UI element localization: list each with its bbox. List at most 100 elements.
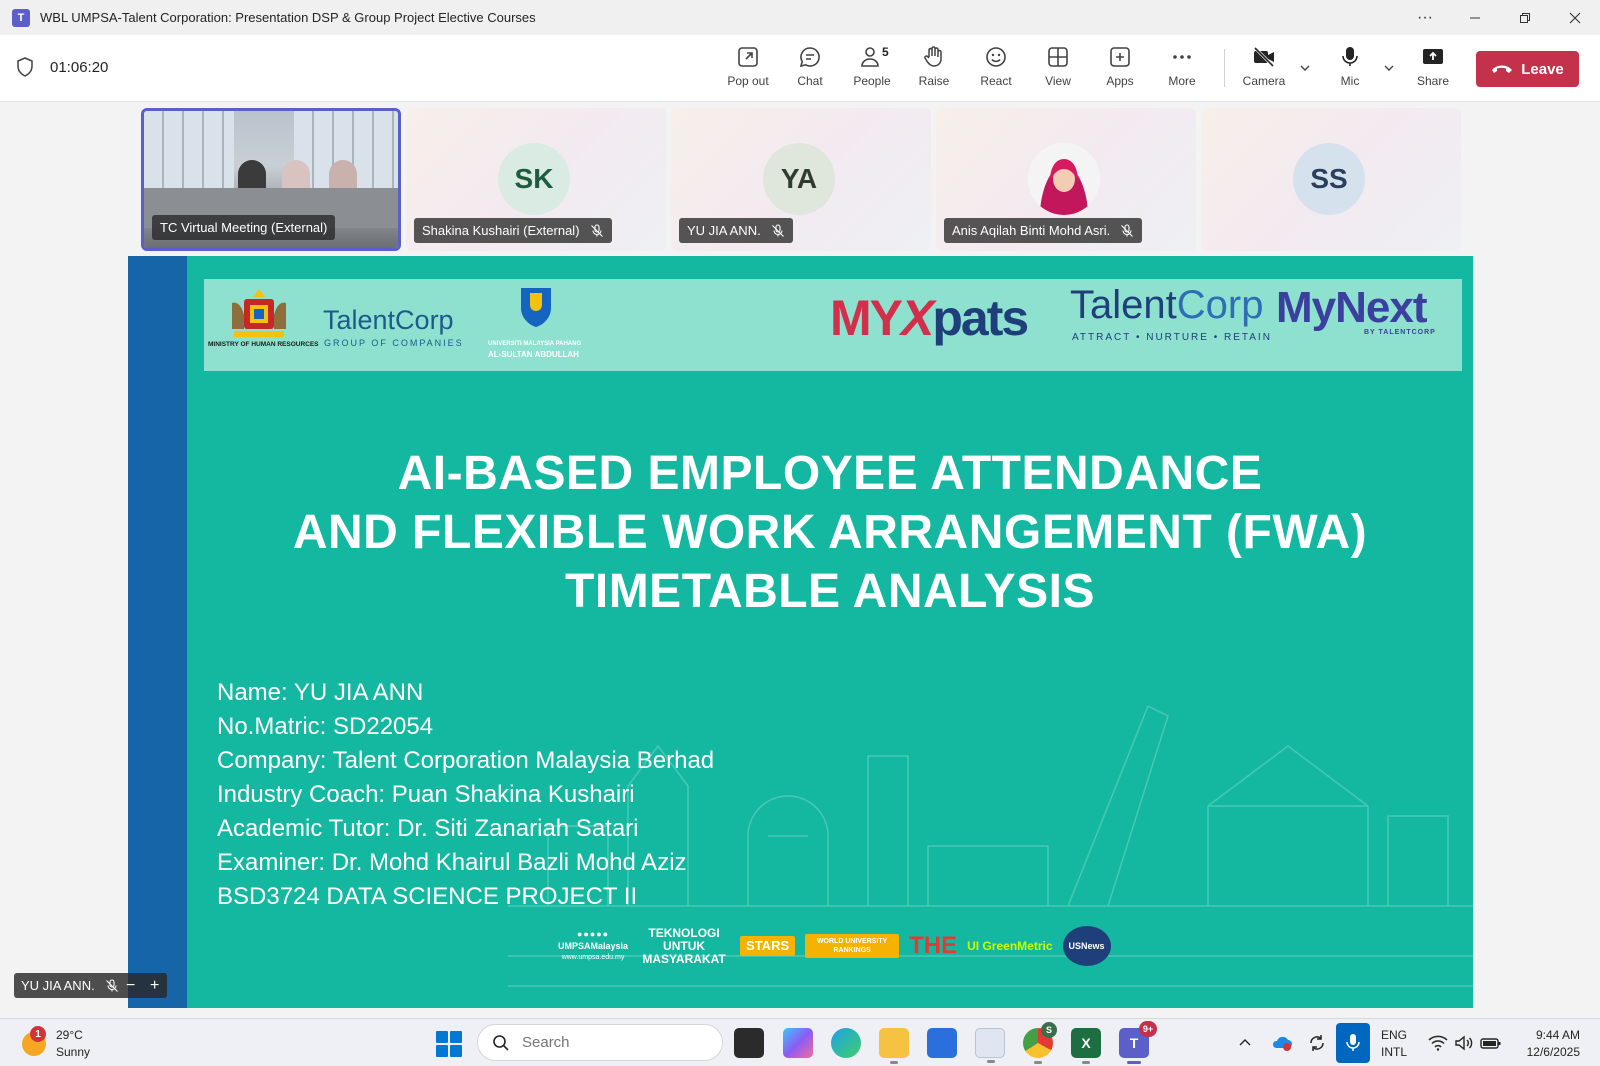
running-indicator — [1127, 1061, 1141, 1064]
search-input[interactable] — [522, 1034, 702, 1051]
search-icon — [493, 1034, 509, 1051]
tagline-logo: TEKNOLOGI UNTUK MASYARAKAT — [642, 925, 726, 966]
edge-browser-icon[interactable] — [831, 1028, 861, 1058]
self-view-minimize-button[interactable]: − — [119, 977, 143, 995]
self-view-name: YU JIA ANN. — [21, 978, 95, 993]
people-button[interactable]: 5 People — [842, 45, 902, 95]
participant-name: YU JIA ANN. — [687, 223, 761, 238]
more-options-button[interactable]: ··· — [1400, 0, 1450, 35]
self-view-expand-button[interactable]: + — [143, 977, 167, 995]
weather-condition: Sunny — [56, 1045, 91, 1059]
close-button[interactable] — [1550, 0, 1600, 35]
sponsor-logo-band: MINISTRY OF HUMAN RESOURCES TalentCorp G… — [204, 279, 1462, 371]
chrome-browser-icon[interactable]: S — [1023, 1022, 1057, 1064]
camera-button[interactable]: Camera — [1234, 45, 1294, 95]
wifi-icon[interactable] — [1428, 1035, 1448, 1051]
detail-academic-tutor: Academic Tutor: Dr. Siti Zanariah Satari — [217, 815, 639, 842]
mic-muted-icon — [105, 978, 118, 992]
meeting-timer: 01:06:20 — [16, 57, 108, 77]
detail-name: Name: YU JIA ANN — [217, 679, 424, 706]
umpsa-url: www.umpsa.edu.my — [561, 954, 625, 961]
minimize-button[interactable] — [1450, 0, 1500, 35]
m365-app-icon[interactable] — [783, 1028, 813, 1058]
avatar: SS — [1293, 143, 1365, 215]
mic-in-use-indicator[interactable] — [1336, 1023, 1370, 1063]
qs-rankings-logo: WORLD UNIVERSITY RANKINGS — [805, 934, 900, 958]
show-hidden-icons-chevron-icon[interactable] — [1238, 1036, 1252, 1050]
detail-course: BSD3724 DATA SCIENCE PROJECT II — [217, 883, 638, 910]
running-indicator — [890, 1061, 898, 1064]
chat-button[interactable]: Chat — [780, 45, 840, 95]
accreditation-logos: ●●●●● UMPSAMalaysia www.umpsa.edu.my TEK… — [558, 924, 1111, 968]
detail-examiner: Examiner: Dr. Mohd Khairul Bazli Mohd Az… — [217, 849, 687, 876]
volume-icon[interactable] — [1454, 1035, 1474, 1051]
microphone-icon — [1342, 47, 1358, 66]
snipping-tool-icon[interactable] — [975, 1028, 1005, 1063]
pop-out-button[interactable]: Pop out — [718, 45, 778, 95]
social-icons: ●●●●● — [576, 929, 610, 939]
taskbar-search-box[interactable] — [477, 1024, 723, 1061]
share-button[interactable]: Share — [1403, 45, 1463, 95]
leave-button[interactable]: Leave — [1476, 51, 1579, 87]
file-explorer-icon[interactable] — [879, 1028, 909, 1064]
camera-label: Camera — [1242, 74, 1286, 88]
usnews-logo: USNews — [1062, 926, 1111, 966]
windows-logo-icon — [436, 1031, 448, 1043]
raise-hand-icon — [924, 46, 942, 67]
teams-app-icon[interactable]: T 9+ — [1119, 1021, 1157, 1064]
chat-label: Chat — [797, 74, 823, 88]
weather-widget[interactable]: 1 29°C Sunny — [22, 1026, 91, 1061]
mic-options-chevron-icon[interactable] — [1382, 61, 1396, 75]
hang-up-icon — [1492, 65, 1513, 73]
ui-greenmetric-logo: UI GreenMetric — [967, 939, 1053, 953]
umpsa-name-line1: UNIVERSITI MALAYSIA PAHANG — [488, 341, 582, 347]
minimize-icon — [1470, 17, 1480, 18]
slide-title-line-2: AND FLEXIBLE WORK ARRANGEMENT (FWA) — [292, 506, 1368, 559]
input-language-indicator[interactable]: ENG INTL — [1381, 1027, 1407, 1061]
windows-taskbar: 1 29°C Sunny S X T 9+ ENG INTL 9:44 A — [0, 1018, 1600, 1066]
start-button[interactable] — [436, 1031, 462, 1057]
system-clock[interactable]: 9:44 AM 12/6/2025 — [1527, 1027, 1580, 1061]
raise-hand-button[interactable]: Raise — [904, 45, 964, 95]
excel-app-icon[interactable]: X — [1071, 1028, 1101, 1064]
share-screen-icon — [1423, 49, 1443, 64]
react-button[interactable]: React — [966, 45, 1026, 95]
clock-date: 12/6/2025 — [1526, 1045, 1580, 1059]
pop-out-label: Pop out — [727, 74, 769, 88]
battery-icon[interactable] — [1480, 1035, 1502, 1051]
myxpats-my: MY — [830, 290, 903, 346]
participant-tile-video[interactable]: TC Virtual Meeting (External) — [141, 108, 401, 251]
profile-photo-icon — [1028, 143, 1100, 215]
window-title: WBL UMPSA-Talent Corporation: Presentati… — [40, 10, 536, 25]
mic-button[interactable]: Mic — [1320, 45, 1380, 95]
participant-tile[interactable]: Anis Aqilah Binti Mohd Asri. — [936, 108, 1196, 251]
talentcorp-corp: Corp — [1176, 283, 1264, 327]
microsoft-store-icon[interactable] — [927, 1028, 957, 1058]
participant-name-tag: Shakina Kushairi (External) — [414, 218, 612, 243]
talentcorp-logo: TalentCorp — [1070, 283, 1263, 328]
temperature: 29°C — [56, 1028, 83, 1042]
view-button[interactable]: View — [1028, 45, 1088, 95]
presenter-details: Name: YU JIA ANN No.Matric: SD22054 Comp… — [217, 676, 714, 914]
pop-out-icon — [738, 47, 758, 67]
qs-stars-logo: STARS — [740, 936, 796, 956]
participant-tile[interactable]: SK Shakina Kushairi (External) — [406, 108, 666, 251]
apps-button[interactable]: Apps — [1090, 45, 1150, 95]
keyboard-layout: INTL — [1381, 1045, 1408, 1059]
talentcorp-tagline: ATTRACT • NURTURE • RETAIN — [1072, 332, 1272, 343]
participant-tile[interactable]: YA YU JIA ANN. — [671, 108, 931, 251]
avatar: YA — [763, 143, 835, 215]
participant-tile[interactable]: SS — [1201, 108, 1461, 251]
participant-name-tag: Anis Aqilah Binti Mohd Asri. — [944, 218, 1143, 243]
talentcorp-group-logo-text: TalentCorp — [323, 305, 454, 335]
participant-name-tag: YU JIA ANN. — [679, 218, 793, 243]
task-view-app-icon[interactable] — [734, 1028, 764, 1058]
detail-industry-coach: Industry Coach: Puan Shakina Kushairi — [217, 781, 635, 808]
restore-button[interactable] — [1500, 0, 1550, 35]
more-dots-icon — [1173, 55, 1191, 59]
more-options-icon: ··· — [1417, 8, 1433, 26]
more-button[interactable]: More — [1152, 45, 1212, 95]
camera-options-chevron-icon[interactable] — [1298, 61, 1312, 75]
sync-icon[interactable] — [1307, 1033, 1327, 1053]
onedrive-error-icon[interactable] — [1271, 1034, 1293, 1052]
